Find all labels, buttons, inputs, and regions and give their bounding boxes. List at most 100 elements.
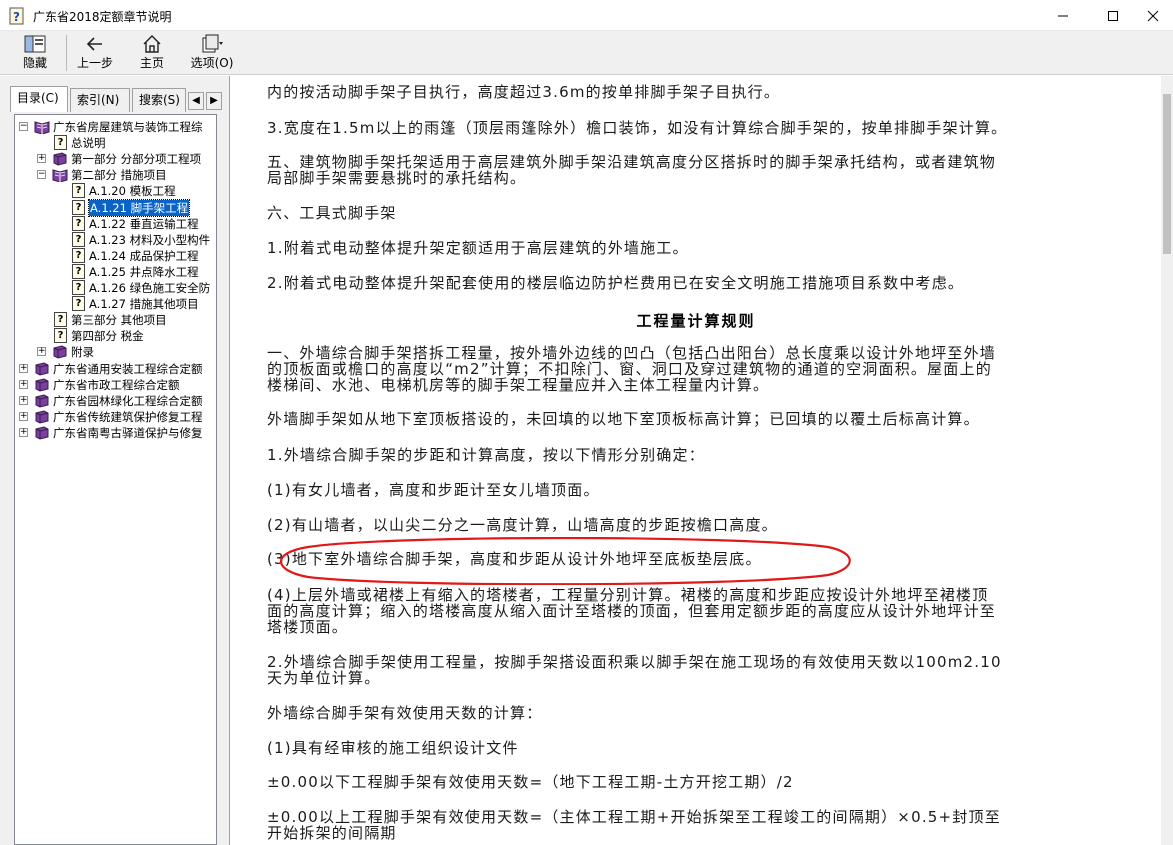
help-page-icon: ? [72,296,85,312]
help-page-icon: ? [72,280,85,295]
expand-icon[interactable]: + [19,363,28,373]
tree-item-label: A.1.27 措施其他项目 [89,297,199,312]
red-ellipse-annotation [279,537,851,585]
paragraph-text: (2)有山墙者，以山尖二分之一高度计算，山墙高度的步距按檐口高度。 [267,516,778,534]
help-page-icon: ? [72,183,85,199]
tree-item-label: 广东省房屋建筑与装饰工程综 [53,120,203,134]
tree-item-label: A.1.26 绿色施工安全防 [89,281,211,295]
minimize-button[interactable] [1040,0,1086,31]
options-label: 选项(O) [190,56,234,70]
paragraph-text: 楼梯间、水池、电梯机房等的脚手架工程量应并入主体工程量内计算。 [267,376,770,394]
tree-item-label: A.1.22 垂直运输工程 [89,216,199,231]
back-button[interactable]: 上一步 [74,33,116,73]
paragraph-text: 2.外墙综合脚手架使用工程量，按脚手架搭设面积乘以脚手架在施工现场的有效使用天数… [267,653,1002,671]
paragraph-text: 一、外墙综合脚手架搭拆工程量，按外墙外边线的凹凸（包括凸出阳台）总长度乘以设计外… [267,344,997,362]
tree-item[interactable]: ? A.1.21 脚手架工程 [15,198,216,217]
collapse-icon[interactable]: − [37,170,46,180]
tree-item[interactable]: + 广东省通用安装工程综合定额 [15,361,216,377]
home-icon [143,35,161,53]
expand-icon[interactable]: + [19,395,28,405]
tree-item[interactable]: + 广东省园林绿化工程综合定额 [15,393,216,409]
collapse-icon[interactable]: − [19,122,28,131]
tree-item-label: 广东省市政工程综合定额 [53,377,180,392]
tree-item-label: 广东省传统建筑保护修复工程 [53,409,203,424]
hide-label: 隐藏 [22,56,47,70]
window-title: 广东省2018定额章节说明 [33,10,172,24]
paragraph-text: 2.附着式电动整体提升架配套使用的楼层临边防护栏费用已在安全文明施工措施项目系数… [267,274,965,292]
expand-icon[interactable]: + [19,379,28,389]
paragraph-text: 面的高度计算；缩入的塔楼高度从缩入面计至塔楼的顶面，但套用定额步距的高度应从设计… [267,602,997,620]
expand-icon[interactable]: + [37,347,46,357]
tree-item[interactable]: ? A.1.26 绿色施工安全防 [15,280,216,296]
tree-item-label: A.1.23 材料及小型构件 [89,232,211,247]
tab-scroll-right-button[interactable]: ▶ [206,92,222,110]
tab-contents[interactable]: 目录(C) [10,86,68,112]
tree-item-label: 总说明 [71,136,106,151]
tree-item-label: A.1.24 成品保护工程 [89,248,199,263]
tree-item-label: 第一部分 分部分项工程项 [71,152,202,167]
tab-index[interactable]: 索引(N) [70,88,130,112]
paragraph-text: 局部脚手架需要悬挑时的承托结构。 [267,169,527,187]
tree-item[interactable]: ? 第三部分 其他项目 [15,312,216,328]
help-page-icon: ? [54,135,67,151]
book-icon [35,426,49,440]
tree-item[interactable]: ? A.1.25 井点降水工程 [15,263,216,280]
hide-pane-icon [24,35,46,53]
tree-item[interactable]: + 广东省南粤古驿道保护与修复 [15,425,216,441]
paragraph-text: 外墙脚手架如从地下室顶板搭设的，未回填的以地下室顶板标高计算；已回填的以覆土后标… [267,410,980,428]
home-button[interactable]: 主页 [134,33,170,73]
tree-item[interactable]: ? A.1.24 成品保护工程 [15,247,216,264]
tree-item-label: 广东省园林绿化工程综合定额 [53,393,203,408]
tree-item[interactable]: + 第一部分 分部分项工程项 [15,151,216,167]
tree-item-label: A.1.21 脚手架工程 [87,198,191,217]
close-button[interactable] [1130,0,1173,31]
tree-item-label: 广东省通用安装工程综合定额 [53,361,203,376]
content-scrollbar[interactable] [1161,76,1173,845]
scrollbar-thumb[interactable] [1163,94,1171,254]
topic-content: 内的按活动脚手架子目执行，高度超过3.6m的按单排脚手架子目执行。 3.宽度在1… [231,76,1161,845]
back-label: 上一步 [76,56,113,70]
tree-item[interactable]: ? A.1.23 材料及小型构件 [15,231,216,248]
triangle-right-icon: ▶ [210,95,218,106]
tree-item-label: 第二部分 措施项目 [71,168,167,183]
paragraph-text: 1.附着式电动整体提升架定额适用于高层建筑的外墙施工。 [267,239,689,257]
options-button[interactable]: 选项(O) [188,33,236,73]
book-icon [35,378,49,392]
paragraph-text: 1.外墙综合脚手架的步距和计算高度，按以下情形分别确定： [267,446,705,464]
open-book-icon [52,169,68,183]
svg-text:?: ? [13,10,20,24]
help-page-icon: ? [72,247,85,263]
paragraph-text: 五、建筑物脚手架托架适用于高层建筑外脚手架沿建筑高度分区搭拆时的脚手架承托结构，… [267,153,997,171]
contents-tree[interactable]: − 广东省房屋建筑与装饰工程综? 总说明 + 第一部分 分部分项工程项 − 第二部分 措施项… [14,114,217,845]
tab-search[interactable]: 搜索(S) [132,88,186,112]
help-app-icon: ? [9,7,24,25]
tree-item[interactable]: ? A.1.27 措施其他项目 [15,296,216,312]
paragraph-text: 的顶板面或檐口的高度以“m2”计算；不扣除门、窗、洞口及穿过建筑物的通道的空洞面… [267,360,992,378]
tree-item[interactable]: ? 总说明 [15,135,216,151]
book-icon [53,152,67,166]
book-icon [35,410,49,424]
maximize-icon [1108,10,1118,21]
expand-icon[interactable]: + [19,427,28,437]
tab-scroll-left-button[interactable]: ◀ [188,92,204,110]
help-page-icon: ? [72,231,85,247]
help-page-icon: ? [72,263,85,279]
expand-icon[interactable]: + [37,154,46,164]
expand-icon[interactable]: + [19,411,28,421]
help-page-icon: ? [54,312,67,328]
tree-item[interactable]: ? A.1.20 模板工程 [15,183,216,199]
toolbar: 隐藏 上一步 主页 选项(O) [0,31,1173,75]
tree-item[interactable]: ? 第四部分 税金 [15,328,216,344]
tree-item[interactable]: − 广东省房屋建筑与装饰工程综 [15,119,216,135]
hide-button[interactable]: 隐藏 [12,33,58,73]
tree-item[interactable]: + 附录 [15,344,216,360]
triangle-left-icon: ◀ [192,95,200,106]
section-title: 六、工具式脚手架 [267,204,397,222]
home-label: 主页 [139,56,164,70]
tree-item[interactable]: + 广东省市政工程综合定额 [15,377,216,393]
tree-item[interactable]: − 第二部分 措施项目 [15,167,216,183]
tree-item[interactable]: + 广东省传统建筑保护修复工程 [15,409,216,425]
close-icon [1147,10,1159,21]
tree-item[interactable]: ? A.1.22 垂直运输工程 [15,215,216,232]
navigation-pane: 目录(C) 索引(N) 搜索(S) ◀ ▶ − 广东省房屋建筑与装饰工程综? 总说明… [0,76,230,845]
